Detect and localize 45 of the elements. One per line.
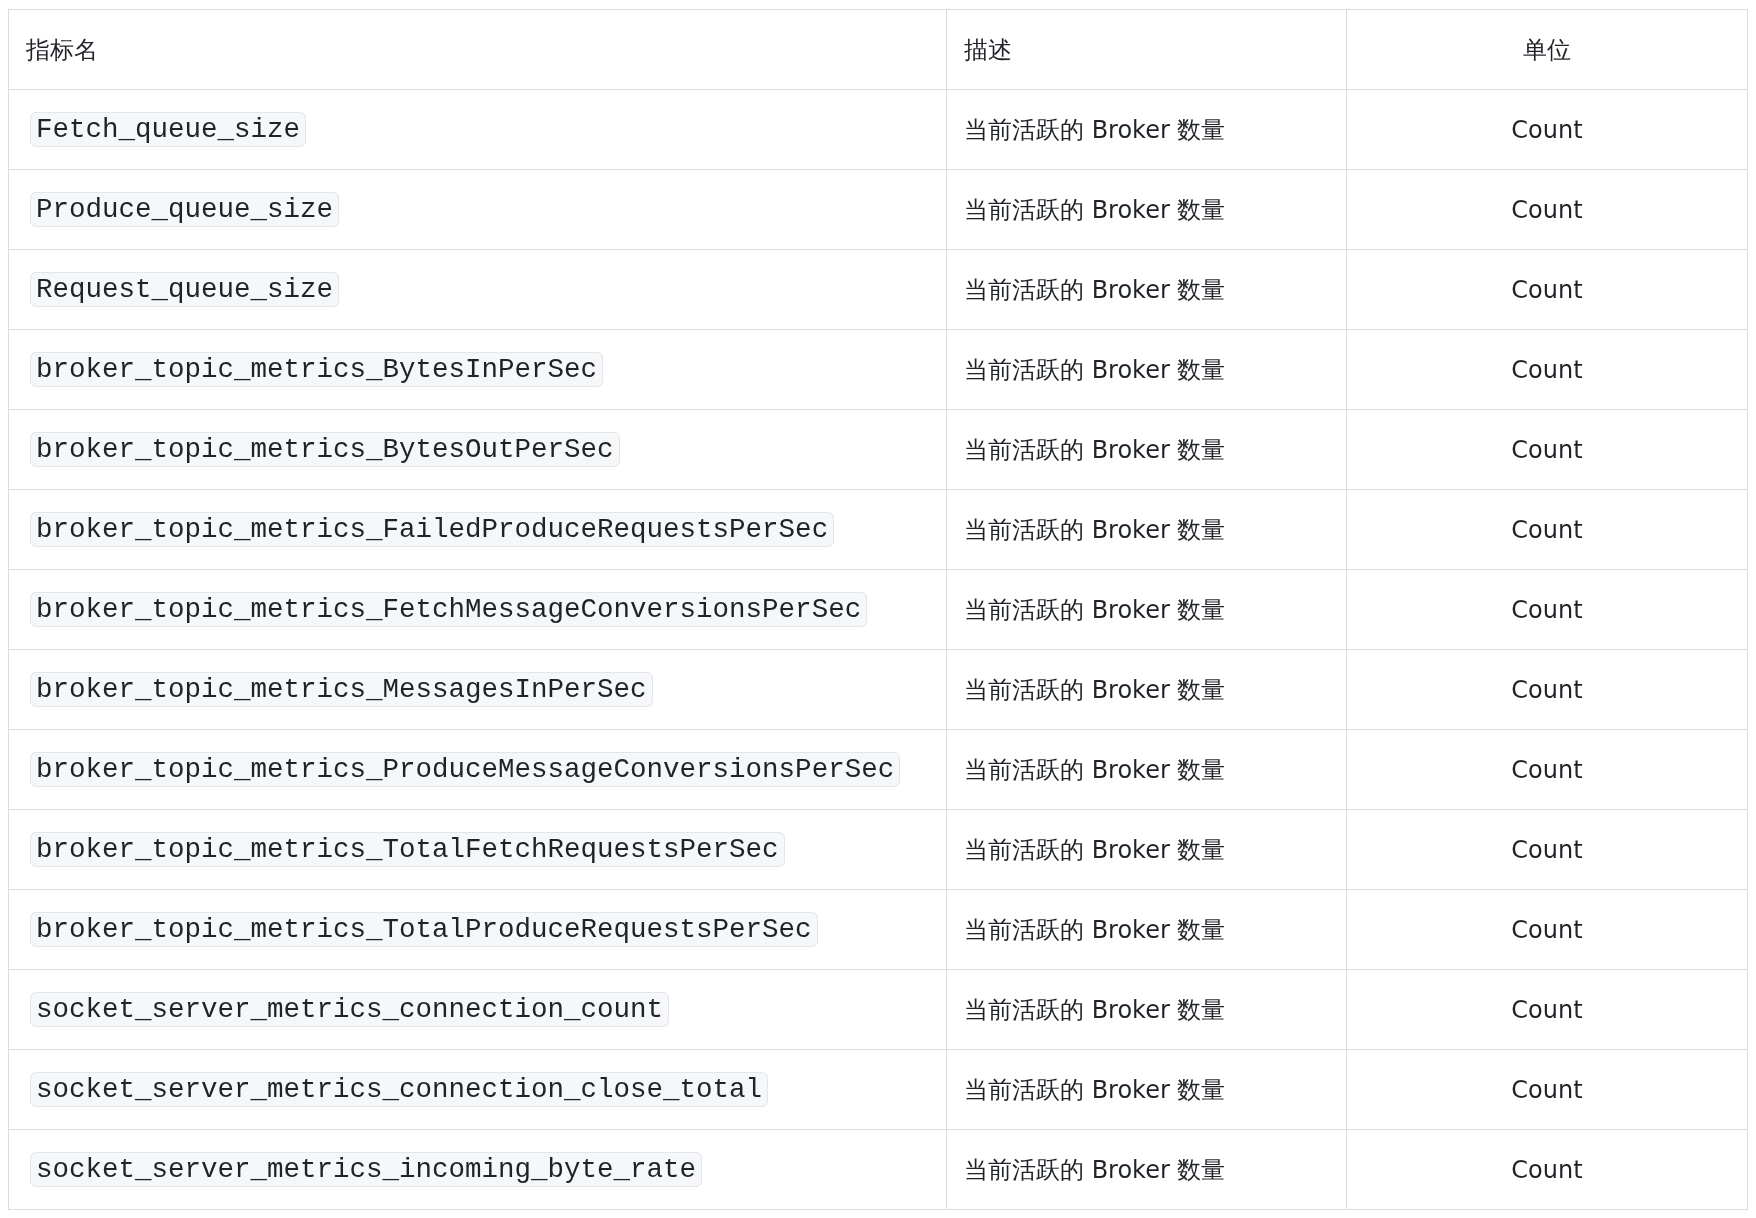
unit-cell: Count: [1346, 249, 1748, 330]
unit-cell: Count: [1346, 1049, 1748, 1130]
unit-cell: Count: [1346, 569, 1748, 650]
metric-name: broker_topic_metrics_TotalFetchRequestsPerSec: [30, 831, 785, 867]
description-cell: 当前活跃的 Broker 数量: [946, 489, 1347, 570]
description-cell: 当前活跃的 Broker 数量: [946, 649, 1347, 730]
unit-cell: Count: [1346, 329, 1748, 410]
description-cell: 当前活跃的 Broker 数量: [946, 89, 1347, 170]
metric-name: broker_topic_metrics_MessagesInPerSec: [30, 671, 653, 707]
metric-name: Produce_queue_size: [30, 191, 340, 227]
metric-name: Request_queue_size: [30, 271, 340, 307]
description-cell: 当前活跃的 Broker 数量: [946, 409, 1347, 490]
unit-cell: Count: [1346, 969, 1748, 1050]
description-cell: 当前活跃的 Broker 数量: [946, 889, 1347, 970]
description-cell: 当前活跃的 Broker 数量: [946, 969, 1347, 1050]
unit-column-header: 单位: [1346, 9, 1748, 90]
description-cell: 当前活跃的 Broker 数量: [946, 729, 1347, 810]
metric-name: socket_server_metrics_incoming_byte_rate: [30, 1151, 703, 1187]
metric-name: broker_topic_metrics_FetchMessageConversionsPerSec: [30, 591, 868, 627]
description-cell: 当前活跃的 Broker 数量: [946, 249, 1347, 330]
unit-cell: Count: [1346, 809, 1748, 890]
description-column-header: 描述: [946, 9, 1347, 90]
metric-column-header: 指标名: [8, 9, 947, 90]
metric-name: broker_topic_metrics_TotalProduceRequestsPerSec: [30, 911, 818, 947]
metric-name: broker_topic_metrics_FailedProduceRequestsPerSec: [30, 511, 835, 547]
description-cell: 当前活跃的 Broker 数量: [946, 169, 1347, 250]
description-cell: 当前活跃的 Broker 数量: [946, 1129, 1347, 1210]
description-cell: 当前活跃的 Broker 数量: [946, 569, 1347, 650]
unit-cell: Count: [1346, 1129, 1748, 1210]
description-cell: 当前活跃的 Broker 数量: [946, 1049, 1347, 1130]
unit-cell: Count: [1346, 409, 1748, 490]
metric-name: broker_topic_metrics_BytesInPerSec: [30, 351, 604, 387]
unit-cell: Count: [1346, 169, 1748, 250]
unit-cell: Count: [1346, 649, 1748, 730]
unit-cell: Count: [1346, 889, 1748, 970]
unit-cell: Count: [1346, 89, 1748, 170]
description-cell: 当前活跃的 Broker 数量: [946, 329, 1347, 410]
unit-cell: Count: [1346, 489, 1748, 570]
description-cell: 当前活跃的 Broker 数量: [946, 809, 1347, 890]
metric-name: socket_server_metrics_connection_count: [30, 991, 670, 1027]
metric-name: broker_topic_metrics_BytesOutPerSec: [30, 431, 620, 467]
metric-name: broker_topic_metrics_ProduceMessageConversionsPerSec: [30, 751, 901, 787]
metric-name: socket_server_metrics_connection_close_total: [30, 1071, 769, 1107]
unit-cell: Count: [1346, 729, 1748, 810]
metric-name: Fetch_queue_size: [30, 111, 307, 147]
